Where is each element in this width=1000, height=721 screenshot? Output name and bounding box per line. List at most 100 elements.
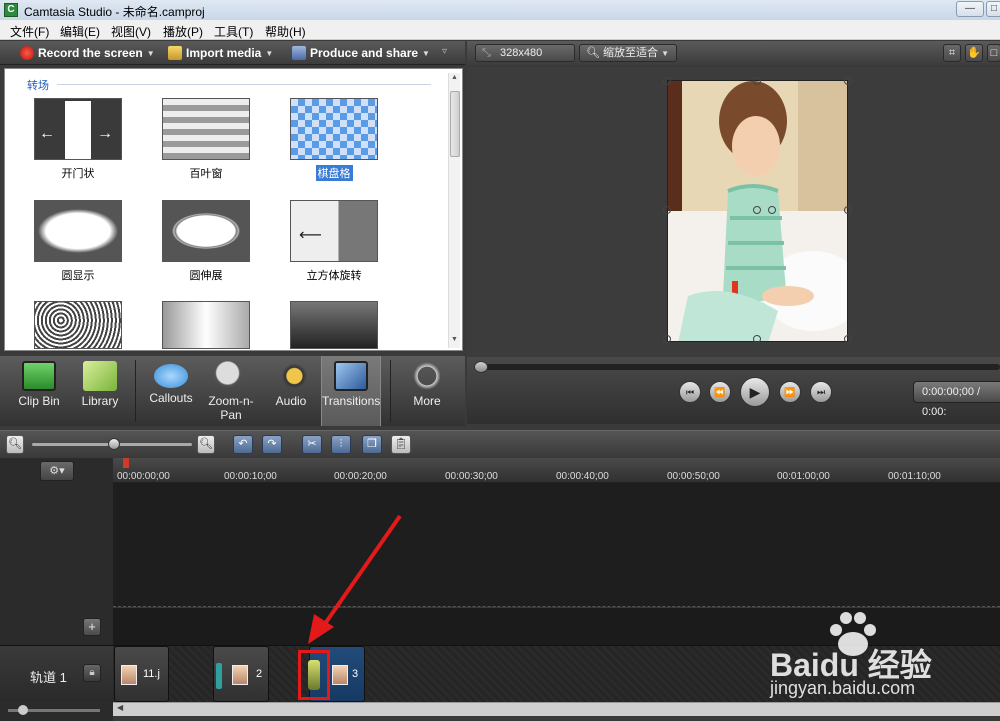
resize-handle[interactable]	[753, 335, 761, 343]
timeline-scrollbar[interactable]: ◀	[113, 702, 1000, 716]
rewind-button[interactable]: ⏪	[709, 381, 731, 403]
zoom-out-icon: 🔍︎	[8, 438, 22, 450]
play-button[interactable]: ▶	[740, 377, 770, 407]
menu-tools[interactable]: 工具(T)	[214, 23, 253, 40]
panel-scrollbar[interactable]: ▲ ▼	[448, 73, 460, 348]
scroll-thumb[interactable]	[450, 91, 460, 157]
resize-handle[interactable]	[768, 206, 776, 214]
transition-item[interactable]: 圆显示	[28, 200, 128, 283]
record-screen-button[interactable]: Record the screen ▼	[20, 45, 155, 61]
track-lock-button[interactable]: 🔒︎	[83, 664, 101, 682]
tab-label: More	[413, 394, 441, 408]
timeline-ruler[interactable]: 00:00:00;00 00:00:10;00 00:00:20;00 00:0…	[113, 458, 1000, 483]
paste-button[interactable]: 📋︎	[391, 435, 411, 454]
media-clip[interactable]: 11.j	[114, 646, 169, 702]
resize-handle[interactable]	[663, 77, 671, 85]
menu-bar: 文件(F) 编辑(E) 视图(V) 播放(P) 工具(T) 帮助(H)	[0, 20, 1000, 40]
transition-item[interactable]: ⟵ 立方体旋转	[284, 200, 384, 283]
copy-icon: ❐	[367, 438, 377, 450]
seek-knob[interactable]	[474, 361, 488, 373]
tab-label: Zoom-n-	[208, 394, 254, 408]
copy-button[interactable]: ❐	[362, 435, 382, 454]
split-button[interactable]: ⫶	[331, 435, 351, 454]
tab-callouts[interactable]: Callouts	[140, 356, 202, 426]
transition-item[interactable]: 棋盘格	[284, 98, 384, 181]
import-media-label: Import media	[186, 46, 262, 60]
timeline-settings-button[interactable]: ⚙▾	[40, 461, 74, 481]
toolbar-overflow-icon[interactable]: ▿	[442, 46, 447, 57]
film-icon	[22, 361, 56, 391]
clip-label: 3	[352, 668, 359, 680]
crop-button[interactable]: ⌗	[943, 44, 961, 62]
seek-track[interactable]	[480, 364, 1000, 370]
scroll-left-icon[interactable]: ◀	[117, 703, 123, 712]
resize-icon: ⤡	[482, 47, 491, 59]
title-bar: C Camtasia Studio - 未命名.camproj — □	[0, 0, 1000, 20]
tab-audio[interactable]: Audio	[262, 356, 320, 426]
canvas-size-button[interactable]: ⤡ 328x480	[475, 44, 575, 62]
redo-button[interactable]: ↷	[262, 435, 282, 454]
tab-clip-bin[interactable]: Clip Bin	[8, 356, 70, 426]
scissors-icon: ✂	[307, 438, 317, 450]
import-media-button[interactable]: Import media ▼	[168, 45, 273, 61]
transition-item[interactable]: 圆伸展	[156, 200, 256, 283]
fullscreen-button[interactable]: □	[987, 44, 1000, 62]
transition-item[interactable]	[284, 301, 384, 349]
pan-button[interactable]: ✋	[965, 44, 983, 62]
skip-start-icon: ⏮	[685, 387, 695, 397]
media-clip[interactable]: 2	[213, 646, 269, 702]
add-track-button[interactable]: +	[83, 618, 101, 636]
produce-share-label: Produce and share	[310, 46, 419, 60]
transition-marker[interactable]	[216, 663, 222, 689]
red-arrow-annotation	[308, 514, 402, 644]
zoom-slider-knob[interactable]	[108, 438, 120, 450]
menu-edit[interactable]: 编辑(E)	[60, 23, 100, 40]
ruler-tick-label: 00:00:50;00	[667, 471, 720, 482]
cut-button[interactable]: ✂	[302, 435, 322, 454]
transition-label: 百叶窗	[189, 168, 223, 180]
ruler-tick-label: 00:00:30;00	[445, 471, 498, 482]
produce-share-button[interactable]: Produce and share ▼	[292, 45, 430, 61]
menu-help[interactable]: 帮助(H)	[265, 23, 306, 40]
undo-button[interactable]: ↶	[233, 435, 253, 454]
chevron-down-icon: ▼	[661, 49, 670, 58]
resize-handle[interactable]	[753, 77, 761, 85]
resize-handle[interactable]	[844, 335, 852, 343]
tab-transitions[interactable]: Transitions	[321, 356, 381, 426]
zoom-in-button[interactable]: 🔍︎	[197, 435, 215, 454]
maximize-button[interactable]: □	[986, 1, 1000, 17]
resize-handle[interactable]	[844, 206, 852, 214]
playhead-marker[interactable]	[123, 458, 129, 468]
zoom-dropdown[interactable]: 🔍︎ 缩放至适合 ▼	[579, 44, 677, 62]
menu-play[interactable]: 播放(P)	[163, 23, 203, 40]
chevron-down-icon: ▼	[146, 48, 155, 58]
tab-library[interactable]: Library	[70, 356, 130, 426]
minimize-button[interactable]: —	[956, 1, 984, 17]
ruler-tick-label: 00:00:10;00	[224, 471, 277, 482]
tab-more[interactable]: More	[396, 356, 458, 426]
transition-item[interactable]	[156, 301, 256, 349]
resize-handle[interactable]	[663, 206, 671, 214]
transitions-panel: 转场 ← → 开门状 百叶窗 棋盘格 圆显示 圆伸展 ⟵ 立方体旋转 ▲ ▼	[4, 68, 463, 351]
scroll-down-icon[interactable]: ▼	[451, 336, 458, 343]
ruler-tick-label: 00:00:00;00	[117, 471, 170, 482]
transition-item[interactable]	[28, 301, 128, 349]
checkerboard-transition-marker[interactable]	[308, 660, 320, 690]
skip-to-start-button[interactable]: ⏮	[679, 381, 701, 403]
track-height-knob[interactable]	[18, 705, 28, 715]
menu-file[interactable]: 文件(F)	[10, 23, 49, 40]
skip-to-end-button[interactable]: ⏭	[810, 381, 832, 403]
timeline-canvas[interactable]	[113, 483, 1000, 607]
resize-handle[interactable]	[663, 335, 671, 343]
transition-item[interactable]: 百叶窗	[156, 98, 256, 181]
hand-icon: ✋	[967, 47, 981, 59]
fast-forward-button[interactable]: ⏩	[779, 381, 801, 403]
scroll-up-icon[interactable]: ▲	[451, 74, 458, 81]
clip-label: 2	[256, 668, 263, 680]
transition-item[interactable]: ← → 开门状	[28, 98, 128, 181]
zoom-out-button[interactable]: 🔍︎	[6, 435, 24, 454]
rotate-handle[interactable]	[753, 206, 761, 214]
menu-view[interactable]: 视图(V)	[111, 23, 151, 40]
tab-zoom-n-pan[interactable]: Zoom-n- Pan	[202, 356, 260, 426]
resize-handle[interactable]	[844, 77, 852, 85]
